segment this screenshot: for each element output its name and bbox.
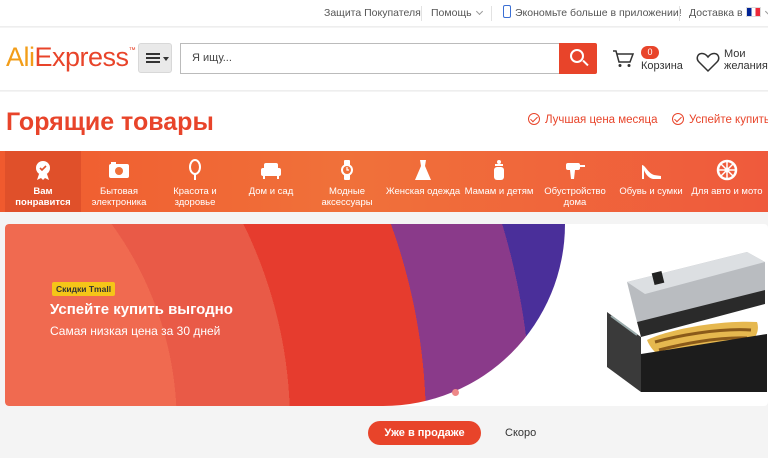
search-button[interactable] <box>559 43 597 74</box>
category-label: Дом и сад <box>248 186 294 197</box>
delivery-label: Доставка в <box>689 7 743 19</box>
cart-button[interactable]: 0 Корзина <box>610 44 690 78</box>
category-home-garden[interactable]: Дом и сад <box>233 151 309 212</box>
buyer-protection-link[interactable]: Защита Покупателя <box>324 0 421 27</box>
hamburger-icon <box>146 53 160 63</box>
title-bar: Горящие товары Лучшая цена месяца Успейт… <box>0 92 768 151</box>
help-menu[interactable]: Помощь <box>431 0 483 27</box>
divider <box>679 6 680 21</box>
search-input[interactable]: Я ищу... <box>180 43 560 74</box>
app-promo-link[interactable]: Экономьте больше в приложении! <box>503 0 682 27</box>
sale-tabs: Уже в продаже Скоро <box>0 412 768 458</box>
logo-ali: Ali <box>6 42 35 72</box>
category-label: Вам понравится <box>15 186 71 208</box>
top-bar: Защита Покупателя Помощь Экономьте больш… <box>0 0 768 27</box>
promo-best-price-label: Лучшая цена месяца <box>545 114 658 126</box>
category-label: Модные аксессуары <box>321 186 373 208</box>
promo-best-price[interactable]: Лучшая цена месяца <box>528 113 658 126</box>
sofa-icon <box>261 163 281 179</box>
page-title: Горящие товары <box>6 108 214 136</box>
header: AliExpress™ Я ищу... 0 Корзина Мои желан… <box>0 28 768 91</box>
category-shoes-bags[interactable]: Обувь и сумки <box>613 151 689 212</box>
category-label: Для авто и мото <box>691 186 763 197</box>
category-bar: Вам понравится Бытовая электроника Красо… <box>0 151 768 212</box>
promo-hurry-label: Успейте купить <box>689 114 768 126</box>
check-circle-icon <box>528 113 540 125</box>
watch-icon <box>341 160 353 180</box>
carousel-dot[interactable] <box>452 389 459 396</box>
category-beauty[interactable]: Красота и здоровье <box>157 151 233 212</box>
category-you-will-like[interactable]: Вам понравится <box>5 151 81 212</box>
divider <box>491 6 492 21</box>
heart-icon <box>696 52 720 73</box>
mirror-icon <box>189 159 201 180</box>
chevron-down-icon <box>475 7 483 16</box>
dress-icon <box>415 160 431 180</box>
promo-banner[interactable]: Скидки Tmall Успейте купить выгодно Сама… <box>5 224 768 406</box>
cart-label: Корзина <box>641 60 683 72</box>
carousel-dot-active[interactable] <box>468 389 475 396</box>
wishlist-button[interactable]: Мои желания <box>696 46 768 80</box>
categories-menu-button[interactable] <box>138 43 172 73</box>
category-electronics[interactable]: Бытовая электроника <box>81 151 157 212</box>
tmall-discount-tag: Скидки Tmall <box>52 282 116 296</box>
divider <box>421 6 422 21</box>
category-label: Женская одежда <box>385 186 461 197</box>
logo-express: Express <box>34 42 130 72</box>
category-mother-kids[interactable]: Мамам и детям <box>461 151 537 212</box>
delivery-selector[interactable]: Доставка в <box>689 0 768 27</box>
category-home-improvement[interactable]: Обустройство дома <box>537 151 613 212</box>
category-auto-moto[interactable]: Для авто и мото <box>689 151 765 212</box>
cart-icon <box>613 50 634 67</box>
category-label: Красота и здоровье <box>173 186 217 208</box>
banner-subtitle: Самая низкая цена за 30 дней <box>50 324 221 338</box>
france-flag-icon <box>745 7 761 17</box>
heel-shoe-icon <box>642 165 661 179</box>
category-label: Мамам и детям <box>464 186 534 197</box>
camera-icon <box>109 162 129 178</box>
category-label: Обустройство дома <box>544 186 606 208</box>
category-label: Обувь и сумки <box>619 186 683 197</box>
cart-count-badge: 0 <box>641 46 659 59</box>
wheel-icon <box>716 159 738 181</box>
logo-trademark: ™ <box>128 47 136 54</box>
category-accessories[interactable]: Модные аксессуары <box>309 151 385 212</box>
tab-on-sale[interactable]: Уже в продаже <box>368 421 481 445</box>
award-icon <box>36 161 50 180</box>
chevron-down-icon <box>764 7 768 16</box>
promo-hurry[interactable]: Успейте купить <box>672 113 768 126</box>
app-promo-label: Экономьте больше в приложении! <box>515 7 682 19</box>
help-label: Помощь <box>431 7 472 19</box>
baby-bottle-icon <box>494 160 504 180</box>
phone-icon <box>503 5 511 18</box>
tab-soon[interactable]: Скоро <box>505 421 536 445</box>
caret-down-icon <box>163 57 169 61</box>
aliexpress-logo[interactable]: AliExpress™ <box>6 42 136 73</box>
contact-grill-image <box>607 252 767 392</box>
banner-title: Успейте купить выгодно <box>50 301 233 318</box>
check-circle-icon <box>672 113 684 125</box>
category-women-clothing[interactable]: Женская одежда <box>385 151 461 212</box>
category-label: Бытовая электроника <box>91 186 147 208</box>
drill-icon <box>566 163 585 179</box>
wishlist-label: Мои желания <box>724 48 768 72</box>
